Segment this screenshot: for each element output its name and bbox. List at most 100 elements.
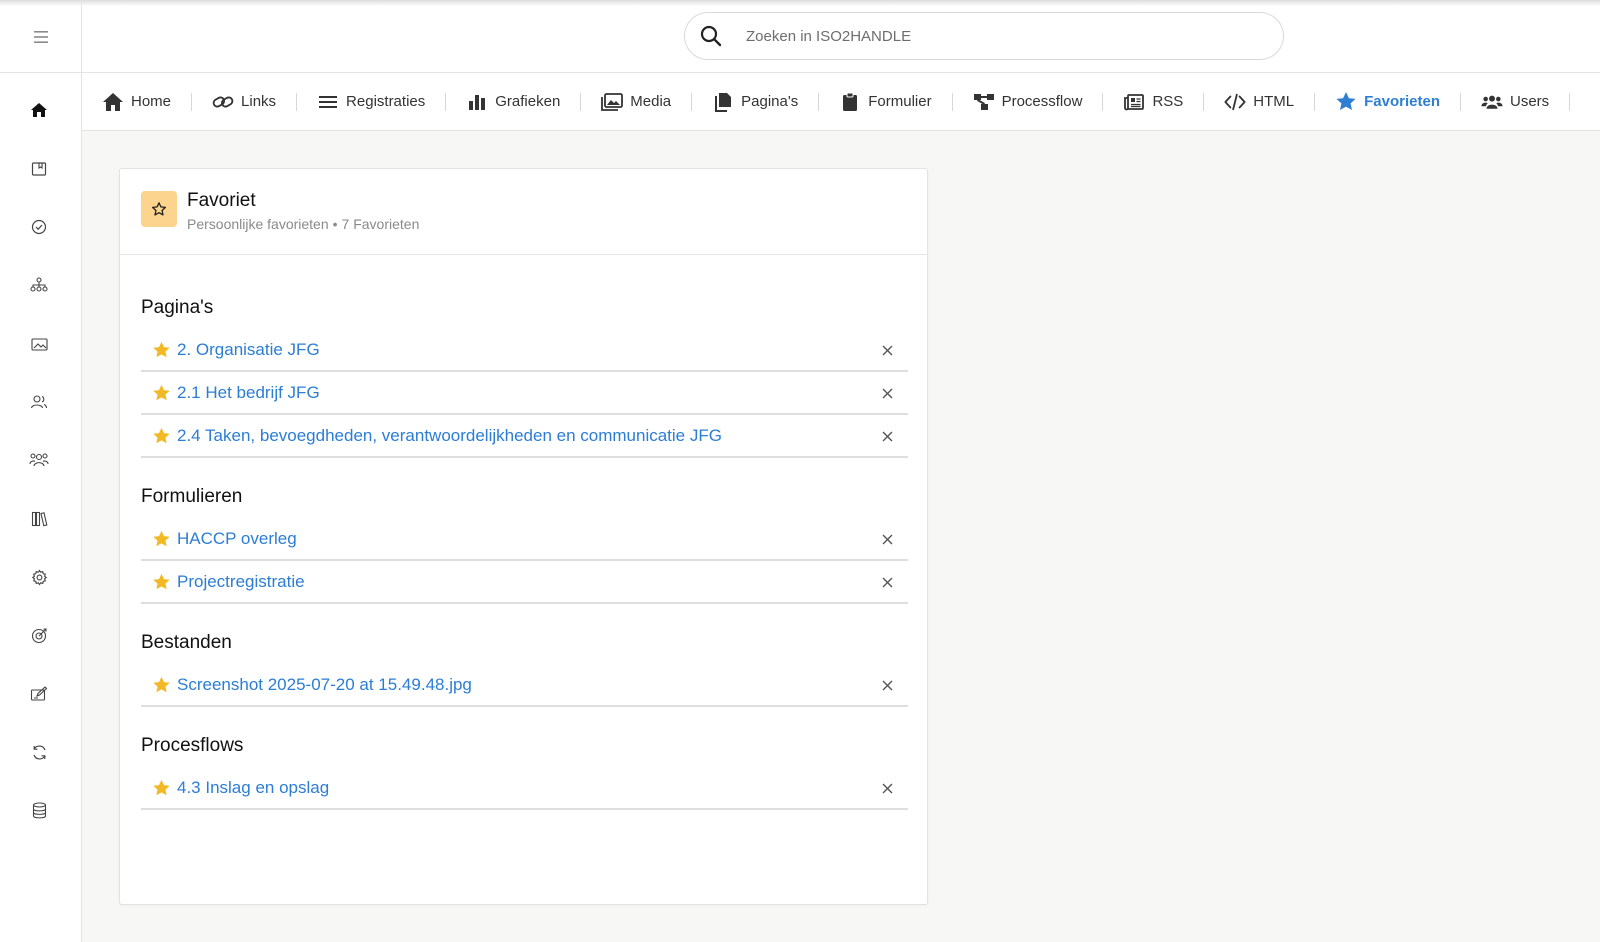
favorite-row: 2.1 Het bedrijf JFG	[141, 372, 908, 415]
favorite-row: 4.3 Inslag en opslag	[141, 767, 908, 810]
close-icon	[882, 680, 892, 690]
tab-label: Pagina's	[741, 93, 799, 110]
search-input[interactable]	[746, 27, 1266, 45]
list-icon	[317, 91, 339, 113]
remove-favorite-button[interactable]	[878, 779, 896, 797]
users-icon	[1481, 91, 1503, 113]
database-icon	[32, 801, 46, 818]
tab-users[interactable]: Users	[1481, 73, 1549, 131]
images-icon	[601, 91, 624, 113]
favorite-link[interactable]: Screenshot 2025-07-20 at 15.49.48.jpg	[177, 675, 472, 695]
sidebar-item-groups[interactable]	[24, 445, 54, 475]
remove-favorite-button[interactable]	[878, 676, 896, 694]
tab-paginas[interactable]: Pagina's	[712, 73, 798, 131]
sidebar-item-settings[interactable]	[24, 562, 54, 592]
sidebar-item-library[interactable]	[24, 504, 54, 534]
library-icon	[31, 511, 47, 527]
remove-favorite-button[interactable]	[878, 573, 896, 591]
subtitle-description: Persoonlijke favorieten	[187, 216, 329, 232]
favorite-row: 2. Organisatie JFG	[141, 329, 908, 372]
search-icon[interactable]	[698, 23, 724, 49]
close-icon	[882, 345, 892, 355]
tab-label: Grafieken	[495, 93, 561, 110]
image-folder-icon	[30, 337, 48, 351]
star-filled-icon	[150, 777, 172, 799]
star-filled-icon	[150, 382, 172, 404]
section-title-files: Bestanden	[141, 632, 232, 653]
newspaper-icon	[1123, 91, 1145, 113]
tab-divider	[191, 92, 193, 111]
tab-label: Processflow	[1001, 93, 1083, 110]
sidebar-item-tasks[interactable]	[24, 212, 54, 242]
favorite-row: 2.4 Taken, bevoegdheden, verantwoordelij…	[141, 415, 908, 458]
remove-favorite-button[interactable]	[878, 530, 896, 548]
tab-formulier[interactable]: Formulier	[839, 73, 932, 131]
sidebar-item-organisation[interactable]	[24, 270, 54, 300]
close-icon	[882, 783, 892, 793]
sidebar-item-database[interactable]	[24, 795, 54, 825]
sidebar-item-sync[interactable]	[24, 737, 54, 767]
favorites-sections: Pagina's 2. Organisatie JFG 2.1 Het bedr…	[141, 287, 908, 810]
search-bar[interactable]	[684, 12, 1284, 60]
favorite-link[interactable]: 2.1 Het bedrijf JFG	[177, 383, 320, 403]
menu-toggle-button[interactable]	[0, 0, 82, 73]
tab-divider	[1203, 92, 1205, 111]
check-circle-icon	[31, 219, 47, 235]
star-filled-icon	[150, 674, 172, 696]
favorite-link[interactable]: 2. Organisatie JFG	[177, 340, 320, 360]
tab-rss[interactable]: RSS	[1123, 73, 1183, 131]
tab-favorieten[interactable]: Favorieten	[1335, 73, 1440, 131]
code-icon	[1224, 91, 1246, 113]
tab-media[interactable]: Media	[601, 73, 671, 131]
tab-processflow[interactable]: Processflow	[973, 73, 1083, 131]
book-icon	[31, 162, 47, 176]
card-title: Favoriet	[187, 190, 256, 211]
tab-divider	[1459, 92, 1461, 111]
tab-grafieken[interactable]: Grafieken	[466, 73, 560, 131]
favorite-link[interactable]: Projectregistratie	[177, 572, 305, 592]
tab-html[interactable]: HTML	[1224, 73, 1294, 131]
card-header: Favoriet Persoonlijke favorieten • 7 Favor…	[120, 169, 927, 255]
org-chart-icon	[30, 277, 48, 292]
home-icon	[102, 91, 124, 113]
close-icon	[882, 431, 892, 441]
sidebar-item-goals[interactable]	[24, 620, 54, 650]
tab-divider	[445, 92, 447, 111]
pages-icon	[712, 91, 734, 113]
tab-registraties[interactable]: Registraties	[317, 73, 425, 131]
tab-label: Home	[131, 93, 172, 110]
star-outline-icon	[141, 191, 177, 227]
remove-favorite-button[interactable]	[878, 384, 896, 402]
link-icon	[212, 91, 234, 113]
sidebar-item-edit[interactable]	[24, 679, 54, 709]
sidebar-item-home[interactable]	[24, 95, 54, 125]
section-title-pages: Pagina's	[141, 297, 214, 318]
remove-favorite-button[interactable]	[878, 341, 896, 359]
favorites-card: Favoriet Persoonlijke favorieten • 7 Favor…	[119, 168, 928, 905]
close-icon	[882, 534, 892, 544]
close-icon	[882, 577, 892, 587]
tab-links[interactable]: Links	[212, 73, 276, 131]
bar-chart-icon	[466, 91, 488, 113]
section-title-forms: Formulieren	[141, 486, 243, 507]
sidebar-item-book[interactable]	[24, 154, 54, 184]
subtitle-separator: •	[332, 216, 338, 232]
section-title-processflows: Procesflows	[141, 735, 244, 756]
favorite-link[interactable]: 4.3 Inslag en opslag	[177, 778, 329, 798]
favorite-link[interactable]: 2.4 Taken, bevoegdheden, verantwoordelij…	[177, 426, 722, 446]
tab-label: Media	[630, 93, 672, 110]
sync-icon	[32, 744, 46, 760]
remove-favorite-button[interactable]	[878, 427, 896, 445]
sidebar-item-media[interactable]	[24, 329, 54, 359]
sidebar-item-users[interactable]	[24, 387, 54, 417]
edit-box-icon	[30, 686, 48, 701]
favorite-link[interactable]: HACCP overleg	[177, 529, 297, 549]
tab-home[interactable]: Home	[102, 73, 171, 131]
tab-divider	[951, 92, 953, 111]
tab-label: RSS	[1152, 93, 1184, 110]
tab-divider	[1102, 92, 1104, 111]
star-filled-icon	[150, 425, 172, 447]
